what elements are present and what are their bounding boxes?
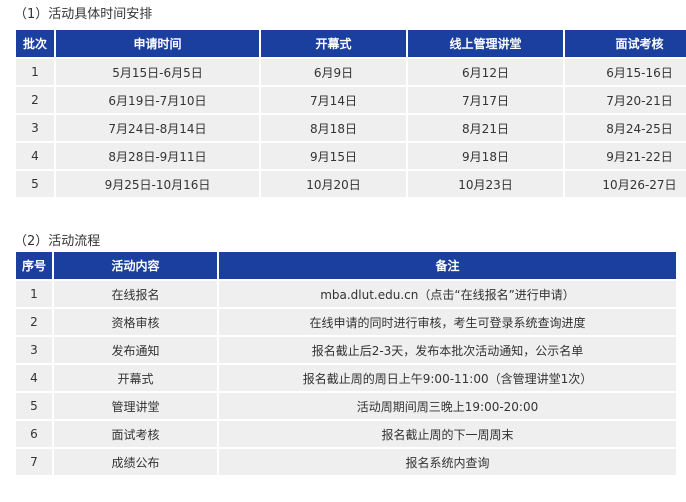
- schedule-cell: 8月28日-9月11日: [56, 143, 259, 169]
- process-cell: 报名截止周的下一周周末: [219, 421, 676, 447]
- schedule-cell: 8月18日: [261, 115, 406, 141]
- process-cell: 发布通知: [54, 337, 217, 363]
- schedule-cell: 5: [16, 171, 54, 197]
- schedule-section-title: （1）活动具体时间安排: [14, 7, 153, 22]
- process-cell: 管理讲堂: [54, 393, 217, 419]
- schedule-cell: 7月14日: [261, 87, 406, 113]
- schedule-col-batch: 批次: [16, 30, 54, 57]
- process-col-note: 备注: [219, 252, 676, 279]
- table-row: 3 7月24日-8月14日 8月18日 8月21日 8月24-25日: [16, 115, 686, 141]
- schedule-col-interview: 面试考核: [565, 30, 686, 57]
- table-row: 5 管理讲堂 活动周期间周三晚上19:00-20:00: [16, 393, 676, 419]
- schedule-table: 批次 申请时间 开幕式 线上管理讲堂 面试考核 1 5月15日-6月5日 6月9…: [14, 28, 686, 199]
- process-cell: mba.dlut.edu.cn（点击“在线报名”进行申请）: [219, 281, 676, 307]
- table-row: 2 6月19日-7月10日 7月14日 7月17日 7月20-21日: [16, 87, 686, 113]
- table-row: 4 8月28日-9月11日 9月15日 9月18日 9月21-22日: [16, 143, 686, 169]
- schedule-cell: 9月25日-10月16日: [56, 171, 259, 197]
- process-cell: 4: [16, 365, 52, 391]
- schedule-cell: 6月19日-7月10日: [56, 87, 259, 113]
- table-row: 1 5月15日-6月5日 6月9日 6月12日 6月15-16日: [16, 59, 686, 85]
- schedule-cell: 6月15-16日: [565, 59, 686, 85]
- process-col-index: 序号: [16, 252, 52, 279]
- process-cell: 活动周期间周三晚上19:00-20:00: [219, 393, 676, 419]
- table-row: 7 成绩公布 报名系统内查询: [16, 449, 676, 475]
- schedule-cell: 9月18日: [408, 143, 563, 169]
- schedule-col-apply-time: 申请时间: [56, 30, 259, 57]
- process-cell: 3: [16, 337, 52, 363]
- process-cell: 面试考核: [54, 421, 217, 447]
- table-row: 4 开幕式 报名截止周的周日上午9:00-11:00（含管理讲堂1次）: [16, 365, 676, 391]
- process-cell: 7: [16, 449, 52, 475]
- process-header-row: 序号 活动内容 备注: [16, 252, 676, 279]
- schedule-cell: 10月20日: [261, 171, 406, 197]
- schedule-cell: 10月26-27日: [565, 171, 686, 197]
- table-row: 2 资格审核 在线申请的同时进行审核，考生可登录系统查询进度: [16, 309, 676, 335]
- schedule-cell: 6月9日: [261, 59, 406, 85]
- schedule-cell: 7月17日: [408, 87, 563, 113]
- schedule-cell: 9月15日: [261, 143, 406, 169]
- schedule-cell: 8月24-25日: [565, 115, 686, 141]
- schedule-header-row: 批次 申请时间 开幕式 线上管理讲堂 面试考核: [16, 30, 686, 57]
- schedule-cell: 6月12日: [408, 59, 563, 85]
- schedule-cell: 10月23日: [408, 171, 563, 197]
- schedule-cell: 7月20-21日: [565, 87, 686, 113]
- process-cell: 2: [16, 309, 52, 335]
- schedule-cell: 8月21日: [408, 115, 563, 141]
- table-row: 3 发布通知 报名截止后2-3天，发布本批次活动通知，公示名单: [16, 337, 676, 363]
- process-cell: 1: [16, 281, 52, 307]
- process-cell: 在线报名: [54, 281, 217, 307]
- process-cell: 资格审核: [54, 309, 217, 335]
- table-row: 6 面试考核 报名截止周的下一周周末: [16, 421, 676, 447]
- process-cell: 开幕式: [54, 365, 217, 391]
- schedule-cell: 7月24日-8月14日: [56, 115, 259, 141]
- process-cell: 6: [16, 421, 52, 447]
- process-table: 序号 活动内容 备注 1 在线报名 mba.dlut.edu.cn（点击“在线报…: [14, 250, 678, 477]
- schedule-cell: 2: [16, 87, 54, 113]
- process-cell: 成绩公布: [54, 449, 217, 475]
- table-row: 1 在线报名 mba.dlut.edu.cn（点击“在线报名”进行申请）: [16, 281, 676, 307]
- schedule-cell: 5月15日-6月5日: [56, 59, 259, 85]
- process-cell: 5: [16, 393, 52, 419]
- table-row: 5 9月25日-10月16日 10月20日 10月23日 10月26-27日: [16, 171, 686, 197]
- process-cell: 报名截止周的周日上午9:00-11:00（含管理讲堂1次）: [219, 365, 676, 391]
- schedule-col-opening: 开幕式: [261, 30, 406, 57]
- schedule-cell: 3: [16, 115, 54, 141]
- process-cell: 报名截止后2-3天，发布本批次活动通知，公示名单: [219, 337, 676, 363]
- schedule-cell: 9月21-22日: [565, 143, 686, 169]
- process-section-title: （2）活动流程: [14, 234, 101, 249]
- schedule-cell: 1: [16, 59, 54, 85]
- process-cell: 报名系统内查询: [219, 449, 676, 475]
- schedule-cell: 4: [16, 143, 54, 169]
- process-cell: 在线申请的同时进行审核，考生可登录系统查询进度: [219, 309, 676, 335]
- process-col-activity: 活动内容: [54, 252, 217, 279]
- schedule-col-lecture: 线上管理讲堂: [408, 30, 563, 57]
